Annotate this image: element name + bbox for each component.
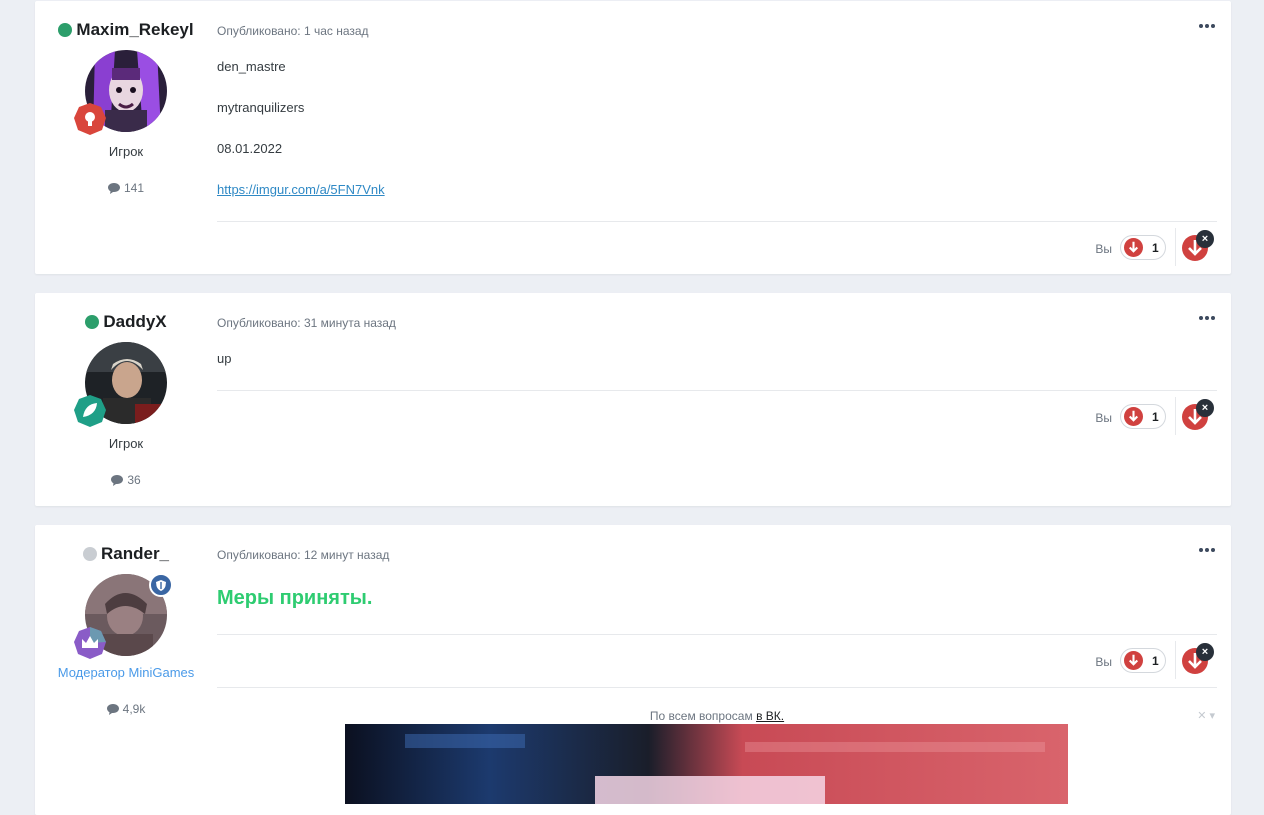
post-line: den_mastre (217, 59, 286, 74)
post-content: Опубликовано: 12 минут назад Меры принят… (217, 525, 1217, 804)
you-label: Вы (1095, 655, 1112, 669)
close-icon[interactable]: × (1196, 230, 1214, 248)
post-line: mytranquilizers (217, 100, 305, 115)
rank-badge-icon (74, 395, 106, 427)
more-dots-icon[interactable] (1199, 314, 1217, 322)
rank-badge-icon (74, 103, 106, 135)
author-name[interactable]: Rander_ (35, 544, 217, 564)
author-name-text[interactable]: Rander_ (101, 544, 169, 564)
post-line: up (217, 351, 232, 366)
reaction-count: 1 (1152, 409, 1159, 424)
thumbs-down-arrow-icon (1124, 651, 1143, 670)
post-footer: Вы 1 × (217, 390, 1217, 443)
moderator-shield-icon (149, 573, 173, 597)
you-label: Вы (1095, 411, 1112, 425)
reaction-summary[interactable]: 1 (1120, 648, 1166, 673)
signature-banner (345, 724, 1068, 804)
author-name-text[interactable]: DaddyX (103, 312, 166, 332)
author-panel: Maxim_Rekeyl Игрок 141 (35, 1, 217, 195)
signature: По всем вопросам в ВК. ✕ ▾ (217, 687, 1217, 804)
more-dots-icon[interactable] (1199, 22, 1217, 30)
post-content: Опубликовано: 31 минута назад up Вы 1 × (217, 293, 1217, 435)
post-date[interactable]: Опубликовано: 1 час назад (217, 24, 1217, 38)
post-headline: Меры приняты. (217, 587, 373, 609)
post-count-value: 36 (127, 473, 141, 487)
post-date[interactable]: Опубликовано: 12 минут назад (217, 548, 1217, 562)
author-name-text[interactable]: Maxim_Rekeyl (76, 20, 193, 40)
more-dots-icon[interactable] (1199, 546, 1217, 554)
close-icon[interactable]: × (1196, 643, 1214, 661)
reaction-summary[interactable]: 1 (1120, 235, 1166, 260)
signature-link[interactable]: в ВК. (756, 709, 784, 723)
comment-bubble-icon (106, 703, 119, 715)
post-count: 4,9k (35, 702, 217, 716)
post-line: 08.01.2022 (217, 141, 283, 156)
post-link[interactable]: https://imgur.com/a/5FN7Vnk (217, 182, 385, 197)
post-count-value: 141 (123, 181, 145, 195)
post-body: den_mastre mytranquilizers 08.01.2022 ht… (217, 58, 1217, 198)
avatar[interactable] (74, 342, 167, 427)
signature-toggle-icon[interactable]: ✕ ▾ (1197, 709, 1215, 722)
post-3: Rander_ Модератор MiniGames 4,9k Опублик… (35, 525, 1231, 815)
avatar[interactable] (74, 50, 167, 135)
online-indicator (58, 23, 73, 37)
comment-bubble-icon (107, 182, 120, 194)
thumbs-down-arrow-icon (1124, 238, 1143, 257)
post-content: Опубликовано: 1 час назад den_mastre myt… (217, 1, 1217, 266)
post-1: Maxim_Rekeyl Игрок 141 Опубликовано: 1 ч… (35, 1, 1231, 274)
reaction-count: 1 (1152, 240, 1159, 255)
you-label: Вы (1095, 242, 1112, 256)
signature-text: По всем вопросам в ВК. (649, 709, 785, 723)
avatar[interactable] (74, 573, 173, 659)
author-group: Игрок (108, 144, 144, 159)
close-icon[interactable]: × (1196, 399, 1214, 417)
thumbs-down-arrow-icon (1124, 407, 1143, 426)
author-name[interactable]: DaddyX (35, 312, 217, 332)
post-footer: Вы 1 × (217, 634, 1217, 688)
author-group[interactable]: Модератор MiniGames (35, 665, 217, 680)
author-name[interactable]: Maxim_Rekeyl (35, 20, 217, 40)
post-date[interactable]: Опубликовано: 31 минута назад (217, 316, 1217, 330)
reaction-summary[interactable]: 1 (1120, 404, 1166, 429)
post-count-value: 4,9k (122, 702, 146, 716)
post-count: 36 (35, 473, 217, 487)
comment-bubble-icon (111, 474, 124, 486)
offline-indicator (82, 547, 97, 561)
author-panel: DaddyX Игрок 36 (35, 293, 217, 487)
post-body: up (217, 350, 1217, 367)
author-panel: Rander_ Модератор MiniGames 4,9k (35, 525, 217, 716)
post-footer: Вы 1 × (217, 221, 1217, 274)
post-2: DaddyX Игрок 36 Опубликовано: 31 минута … (35, 293, 1231, 506)
online-indicator (85, 315, 100, 329)
author-group: Игрок (108, 436, 144, 451)
post-count: 141 (35, 181, 217, 195)
rank-badge-icon (74, 627, 106, 659)
reaction-count: 1 (1152, 653, 1159, 668)
